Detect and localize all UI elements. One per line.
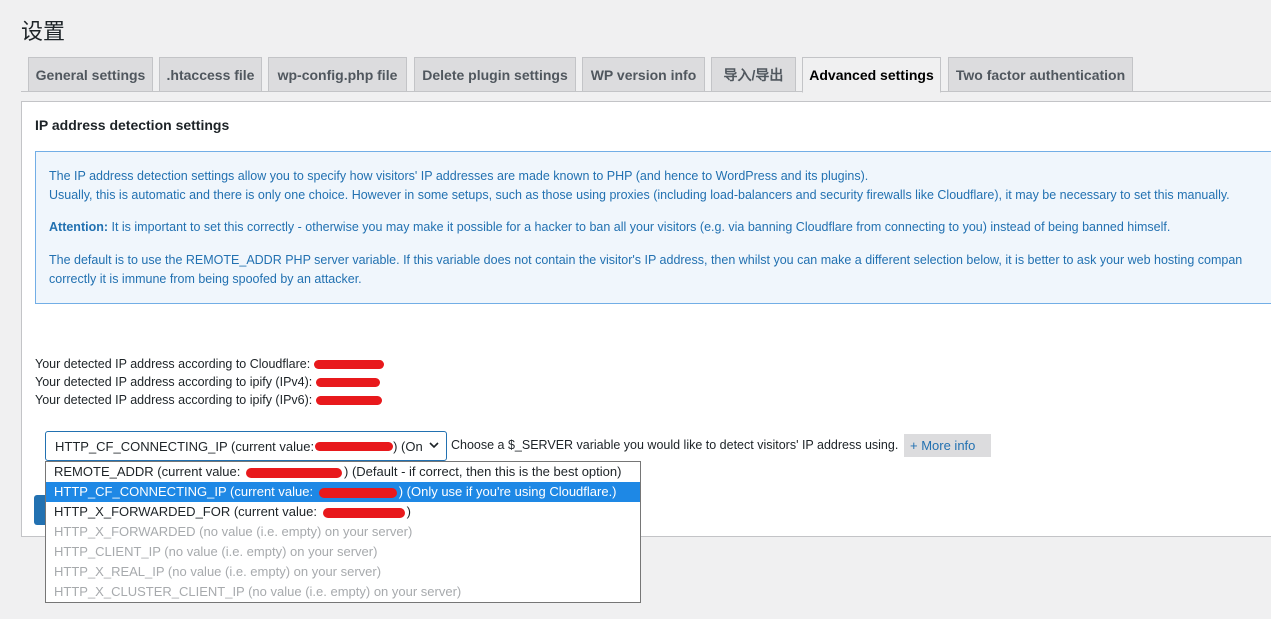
tab-advanced-settings[interactable]: Advanced settings — [802, 57, 941, 93]
tab-delete-plugin-settings[interactable]: Delete plugin settings — [414, 57, 576, 92]
attention-text: It is important to set this correctly - … — [108, 220, 1171, 234]
option-label: HTTP_CF_CONNECTING_IP (current value: — [54, 484, 317, 499]
redacted-value — [316, 378, 381, 388]
option-http-x-forwarded-for[interactable]: HTTP_X_FORWARDED_FOR (current value: ) — [46, 502, 640, 522]
tab-import-export[interactable]: 导入/导出 — [711, 57, 796, 92]
option-http-x-forwarded: HTTP_X_FORWARDED (no value (i.e. empty) … — [54, 524, 413, 539]
notice-line: correctly it is immune from being spoofe… — [49, 272, 362, 286]
tab-htaccess-file[interactable]: .htaccess file — [159, 57, 262, 92]
option-remote-addr[interactable]: REMOTE_ADDR (current value: ) (Default -… — [46, 462, 640, 482]
option-http-client-ip: HTTP_CLIENT_IP (no value (i.e. empty) on… — [54, 544, 378, 559]
ip-line-ipify-v4: Your detected IP address according to ip… — [35, 373, 384, 391]
attention-paragraph: Attention: It is important to set this c… — [49, 218, 1271, 237]
notice-line: The default is to use the REMOTE_ADDR PH… — [49, 253, 1243, 267]
notice-line: The IP address detection settings allow … — [49, 169, 869, 183]
option-label-suffix: ) (Default - if correct, then this is th… — [344, 464, 622, 479]
select-help-text: Choose a $_SERVER variable you would lik… — [451, 438, 899, 452]
select-dropdown-list: REMOTE_ADDR (current value: ) (Default -… — [45, 461, 641, 603]
ip-label: Your detected IP address according to Cl… — [35, 357, 311, 371]
tab-wp-config-file[interactable]: wp-config.php file — [268, 57, 407, 92]
detected-ip-list: Your detected IP address according to Cl… — [35, 355, 385, 409]
option-label: REMOTE_ADDR (current value: — [54, 464, 244, 479]
info-notice: The IP address detection settings allow … — [35, 151, 1271, 304]
option-http-x-real-ip: HTTP_X_REAL_IP (no value (i.e. empty) on… — [54, 564, 382, 579]
tab-general-settings[interactable]: General settings — [28, 57, 153, 92]
redacted-value — [318, 487, 397, 498]
ip-line-ipify-v6: Your detected IP address according to ip… — [35, 391, 384, 409]
ip-line-cloudflare: Your detected IP address according to Cl… — [35, 355, 385, 373]
tab-wp-version-info[interactable]: WP version info — [582, 57, 705, 92]
ip-detection-select[interactable]: HTTP_CF_CONNECTING_IP (current value: ) … — [45, 431, 447, 461]
more-info-button[interactable]: + More info — [904, 434, 991, 457]
tab-two-factor-authentication[interactable]: Two factor authentication — [948, 57, 1133, 92]
ip-label: Your detected IP address according to ip… — [35, 375, 313, 389]
option-label-suffix: ) (Only use if you're using Cloudflare.) — [398, 484, 617, 499]
redacted-value — [246, 467, 342, 478]
redacted-value — [314, 360, 385, 370]
select-value-suffix: ) (On — [393, 438, 423, 454]
notice-line: Usually, this is automatic and there is … — [49, 188, 1230, 202]
attention-label: Attention: — [49, 220, 109, 234]
settings-tabs: General settings .htaccess file wp-confi… — [21, 57, 1271, 93]
redacted-value — [322, 507, 405, 518]
redacted-value — [315, 441, 394, 451]
ip-label: Your detected IP address according to ip… — [35, 393, 313, 407]
chevron-down-icon — [428, 439, 440, 454]
option-http-x-cluster-client-ip: HTTP_X_CLUSTER_CLIENT_IP (no value (i.e.… — [54, 584, 462, 599]
select-value: HTTP_CF_CONNECTING_IP (current value: — [55, 438, 315, 454]
option-label-suffix: ) — [406, 504, 411, 519]
page-title: 设置 — [21, 20, 66, 45]
redacted-value — [316, 396, 383, 406]
option-label: HTTP_X_FORWARDED_FOR (current value: — [54, 504, 321, 519]
option-http-cf-connecting-ip[interactable]: HTTP_CF_CONNECTING_IP (current value: ) … — [46, 482, 640, 502]
section-heading: IP address detection settings — [35, 117, 230, 133]
